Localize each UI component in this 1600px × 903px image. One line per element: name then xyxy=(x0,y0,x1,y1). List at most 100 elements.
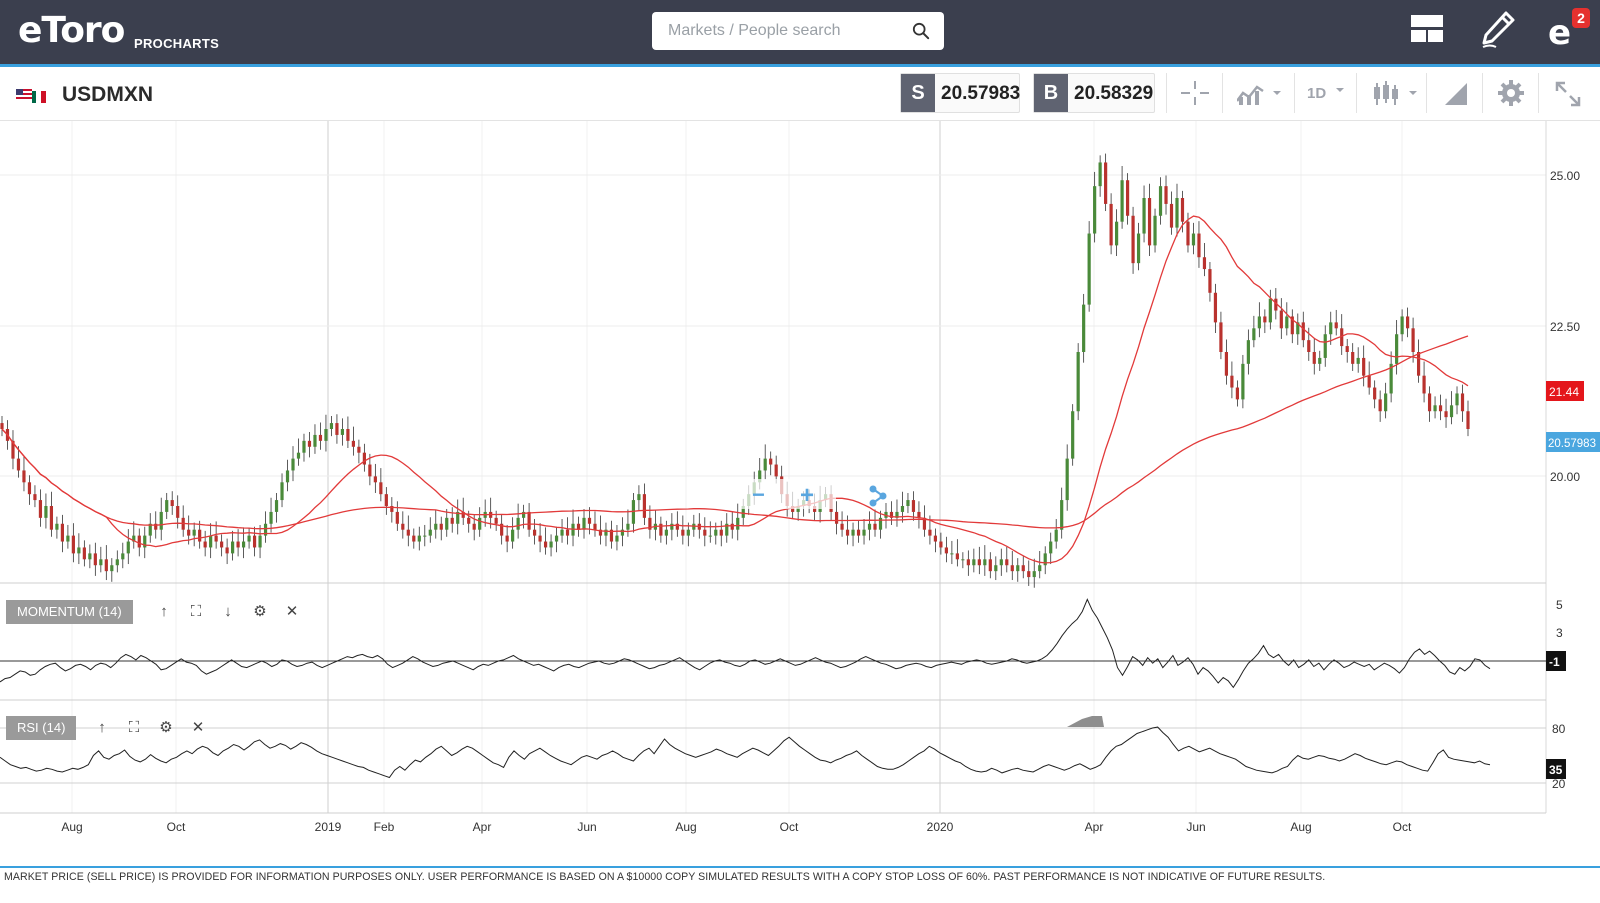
candle-body xyxy=(664,529,668,536)
candle-body xyxy=(1460,393,1465,412)
price-chart-svg[interactable]: 25.00 22.50 20.00 21.44 20.57983 − + 5 3… xyxy=(0,121,1600,866)
candle-body xyxy=(1400,316,1404,335)
move-up-icon[interactable]: ↑ xyxy=(148,600,180,624)
candle-body xyxy=(1362,357,1366,376)
pane-settings-gear-icon[interactable]: ⚙ xyxy=(150,716,182,740)
zoom-out-button[interactable]: − xyxy=(752,482,765,507)
fullscreen-button[interactable] xyxy=(1538,73,1600,113)
gear-icon xyxy=(1498,80,1524,106)
close-pane-icon[interactable]: ✕ xyxy=(182,716,214,740)
candle-body xyxy=(834,511,839,524)
move-down-icon[interactable]: ↓ xyxy=(212,600,244,624)
timeframe-value: 1D xyxy=(1307,85,1327,102)
rsi-indicator-label[interactable]: RSI (14) xyxy=(6,716,77,740)
layout-icon[interactable] xyxy=(1410,14,1444,44)
candle-body xyxy=(1224,352,1229,376)
candle-body xyxy=(1175,198,1179,228)
candle-body xyxy=(845,529,850,536)
candle-body xyxy=(395,511,399,524)
settings-button[interactable] xyxy=(1482,73,1538,113)
sell-price-button[interactable]: S 20.57983 xyxy=(900,73,1020,113)
candle-body xyxy=(1252,328,1256,341)
candle-body xyxy=(373,476,377,483)
candle-body xyxy=(1208,269,1212,293)
candle-body xyxy=(93,553,97,566)
candle-body xyxy=(187,529,191,536)
rsi-tick-80: 80 xyxy=(1552,722,1566,736)
crosshair-button[interactable] xyxy=(1166,73,1222,113)
close-pane-icon[interactable]: ✕ xyxy=(276,600,308,624)
search-box[interactable] xyxy=(652,12,944,50)
maximize-pane-icon[interactable]: ⛶ xyxy=(118,716,150,740)
candle-body xyxy=(269,511,273,524)
candle-body xyxy=(1433,405,1437,412)
draw-pencil-icon[interactable] xyxy=(1480,10,1516,50)
candle-body xyxy=(939,541,943,548)
move-up-icon[interactable]: ↑ xyxy=(86,716,118,740)
candle-body xyxy=(1356,357,1360,364)
candle-body xyxy=(719,529,723,536)
horizontal-grid xyxy=(0,174,1546,477)
time-label-jun: Jun xyxy=(1186,820,1205,834)
drawing-tools-button[interactable] xyxy=(1426,73,1482,113)
share-icon[interactable] xyxy=(869,485,887,507)
expand-icon xyxy=(1555,81,1581,107)
candle-body xyxy=(906,500,910,506)
candle-body xyxy=(1158,186,1163,216)
search-icon[interactable] xyxy=(912,22,930,40)
momentum-indicator-label[interactable]: MOMENTUM (14) xyxy=(6,600,133,624)
candle-body xyxy=(115,559,119,566)
zoom-in-button[interactable]: + xyxy=(800,482,814,509)
candle-body xyxy=(730,523,734,530)
candle-body xyxy=(49,506,54,530)
rsi-line xyxy=(0,726,1491,779)
candle-body xyxy=(867,523,872,530)
buy-price-value: 20.58329 xyxy=(1074,83,1154,104)
momentum-value-label: -1 xyxy=(1549,655,1560,669)
candle-body xyxy=(1373,387,1377,400)
candle-body xyxy=(1010,565,1014,572)
candle-body xyxy=(214,535,218,542)
candle-body xyxy=(511,529,515,542)
candle-body xyxy=(703,529,707,536)
candle-body xyxy=(1334,322,1338,329)
time-label-feb: Feb xyxy=(374,820,395,834)
candle-body xyxy=(955,553,959,560)
candle-body xyxy=(1345,346,1349,352)
candle-body xyxy=(686,529,690,536)
candle-body xyxy=(1378,399,1382,412)
candle-body xyxy=(1466,411,1470,429)
search-input[interactable] xyxy=(652,12,902,50)
candle-body xyxy=(285,470,290,483)
candle-body xyxy=(16,458,21,471)
buy-price-button[interactable]: B 20.58329 xyxy=(1033,73,1155,113)
candle-body xyxy=(1065,458,1069,501)
candle-body xyxy=(1329,322,1333,335)
candle-body xyxy=(977,559,981,566)
candle-body xyxy=(1301,322,1305,341)
chart-area[interactable]: 25.00 22.50 20.00 21.44 20.57983 − + 5 3… xyxy=(0,121,1600,866)
candle-body xyxy=(862,529,866,536)
candle-body xyxy=(1191,233,1196,246)
candle-body xyxy=(307,440,312,447)
chart-type-dropdown[interactable] xyxy=(1356,73,1426,113)
candle-body xyxy=(252,535,257,548)
candle-body xyxy=(1142,198,1146,234)
pane-settings-gear-icon[interactable]: ⚙ xyxy=(244,600,276,624)
rsi-tick-20: 20 xyxy=(1552,777,1566,791)
candle-body xyxy=(379,482,383,495)
candle-body xyxy=(1455,393,1459,406)
candle-body xyxy=(247,535,251,542)
candle-body xyxy=(121,553,125,560)
timeframe-dropdown[interactable]: 1D xyxy=(1294,73,1356,113)
maximize-pane-icon[interactable]: ⛶ xyxy=(180,600,212,624)
candle-body xyxy=(1406,316,1410,329)
price-tick-25: 25.00 xyxy=(1550,169,1580,183)
candle-body xyxy=(137,535,141,548)
candle-body xyxy=(258,535,262,548)
etoro-logo[interactable]: eToro xyxy=(18,10,125,51)
candle-body xyxy=(401,523,405,530)
compare-indicators-button[interactable] xyxy=(1222,73,1294,113)
candle-body xyxy=(1411,328,1415,352)
candle-body xyxy=(1136,233,1141,264)
